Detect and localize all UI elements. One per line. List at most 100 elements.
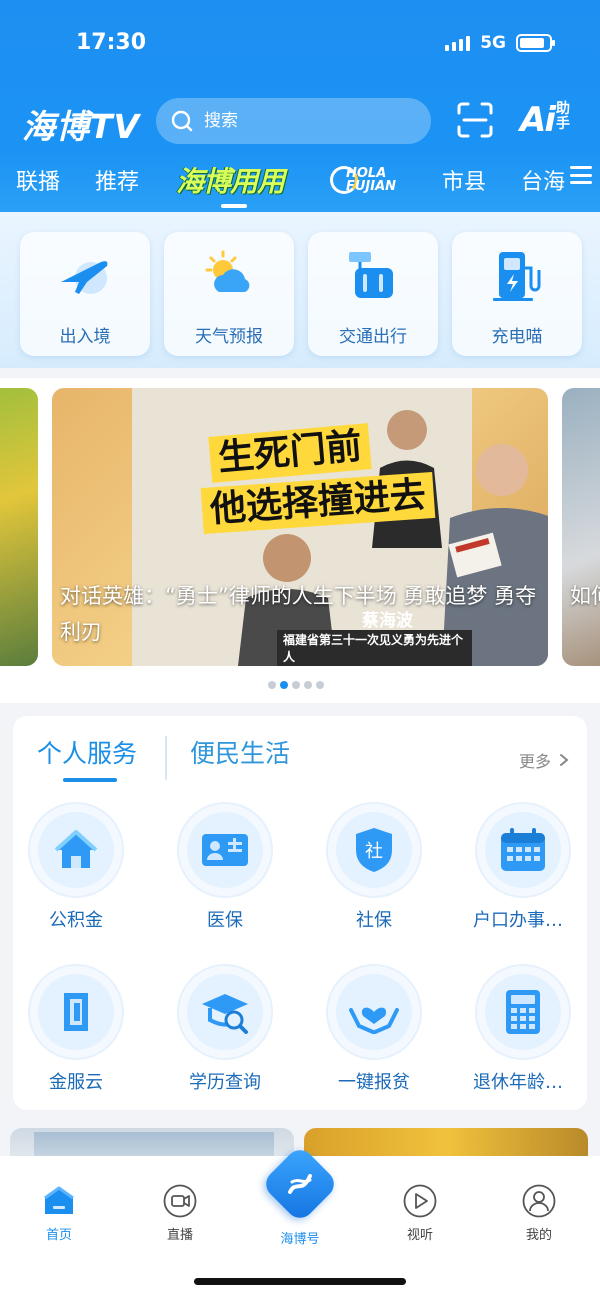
carousel-dots [268,681,324,689]
channel-tabs: 联播 推荐 海博用用 市县 台海 [0,160,600,200]
ai-sub-bottom: 手 [555,116,570,132]
house-icon [38,812,114,888]
service-label: 医保 [207,910,243,931]
service-label: 金服云 [49,1072,103,1093]
tab-shixian[interactable]: 市县 [442,164,486,196]
active-tab-underline [63,778,117,782]
ai-sub-top: 助 [555,101,570,117]
charging-station-icon [487,246,547,306]
banner-caption: 对话英雄：“勇士”律师的人生下半场 勇敢追梦 勇夺利刃 [60,584,537,644]
service-label: 公积金 [49,910,103,931]
service-retirement-age[interactable]: 退休年龄计算 [463,964,583,1094]
service-label: 社保 [356,910,392,931]
shield-icon: 社 [336,812,412,888]
weather-icon [199,246,259,306]
banner-slide-prev[interactable] [0,388,38,666]
quick-service-transport[interactable]: 交通出行 [308,232,438,356]
search-icon [171,110,193,132]
carousel-dot[interactable] [304,681,312,689]
service-housing-fund[interactable]: 公积金 [16,802,136,932]
battery-icon [516,34,555,52]
tab-convenience-life[interactable]: 便民生活 [190,734,290,770]
quick-service-charging[interactable]: 充电喵 [452,232,582,356]
service-household-registration[interactable]: 户口办事指南 [463,802,583,932]
play-icon [403,1184,437,1218]
menu-icon[interactable] [570,166,592,184]
search-input[interactable] [204,111,404,131]
airplane-icon [55,246,115,306]
luggage-icon [343,246,403,306]
tab-lianbo[interactable]: 联播 [16,164,60,196]
carousel-dot[interactable] [268,681,276,689]
tab-personal-services[interactable]: 个人服务 [37,734,137,770]
quick-services: 出入境 天气预报 交通出行 充电喵 [0,212,600,368]
tab-me[interactable]: 我的 [499,1184,579,1243]
service-label: 户口办事指南 [473,910,573,931]
banner-slide-next[interactable]: 如何痛后 [562,388,600,666]
chevron-right-icon [560,754,569,766]
shield-char: 社 [365,841,383,862]
quick-service-label: 天气预报 [195,327,263,347]
calendar-icon [485,812,561,888]
service-medical-insurance[interactable]: 医保 [165,802,285,932]
service-card: 个人服务 便民生活 更多 公积金 医保 社 社保 户口办事指南 金服云 学历查询… [13,716,587,1110]
service-jinfuyun[interactable]: 金服云 [16,964,136,1094]
scan-icon[interactable] [455,100,495,140]
hola-line2: FUJIAN [346,179,397,194]
tab-divider [165,736,167,780]
calculator-icon [485,974,561,1050]
carousel-dot[interactable] [316,681,324,689]
video-camera-icon [163,1184,197,1218]
carousel-dot-active[interactable] [280,681,288,689]
ai-label: Ai [520,100,556,140]
wave-icon [288,1174,312,1194]
quick-service-weather[interactable]: 天气预报 [164,232,294,356]
tab-hola-fujian[interactable]: HOLA FUJIAN [330,163,410,197]
banner-carousel[interactable]: 生死门前 他选择撞进去 蔡海波 福建省第三十一次见义勇为先进个人 对话英雄：“勇… [0,378,600,703]
cloud-finance-icon [38,974,114,1050]
top-header: 17:30 5G 海博TV Ai 助 手 联播 推荐 海博用用 市县 台海 [0,0,600,212]
service-label: 退休年龄计算 [473,1072,573,1093]
banner-slide-active[interactable]: 生死门前 他选择撞进去 蔡海波 福建省第三十一次见义勇为先进个人 对话英雄：“勇… [52,388,548,666]
network-type: 5G [480,33,506,53]
tab-label: 首页 [45,1228,72,1243]
status-time: 17:30 [76,30,147,55]
tab-label: 我的 [525,1228,552,1243]
service-education-query[interactable]: 学历查询 [165,964,285,1094]
service-poverty-report[interactable]: 一键报贫 [314,964,434,1094]
carousel-dot[interactable] [292,681,300,689]
tab-live[interactable]: 直播 [140,1184,220,1243]
banner-headline-1: 生死门前 [208,423,372,483]
id-card-icon [187,812,263,888]
status-icons: 5G [445,33,555,53]
service-social-security[interactable]: 社 社保 [314,802,434,932]
quick-service-exit-entry[interactable]: 出入境 [20,232,150,356]
home-icon [42,1184,76,1218]
service-label: 学历查询 [189,1072,261,1093]
quick-service-label: 充电喵 [491,327,543,347]
active-tab-indicator [221,204,247,208]
quick-service-label: 交通出行 [339,327,407,347]
ai-assistant-button[interactable]: Ai 助 手 [520,100,570,140]
more-button[interactable]: 更多 [519,748,569,772]
search-bar[interactable] [156,98,431,144]
heart-hands-icon [336,974,412,1050]
service-label: 一键报贫 [338,1072,410,1093]
tab-label: 直播 [166,1228,193,1243]
tab-haibohao[interactable] [260,1144,340,1224]
tab-label: 视听 [406,1228,433,1243]
tab-haiboyongyong[interactable]: 海博用用 [176,160,285,200]
tab-label-haibohao: 海博号 [280,1232,320,1247]
graduation-cap-icon [187,974,263,1050]
app-logo[interactable]: 海博TV [22,100,140,148]
user-icon [522,1184,556,1218]
banner-next-caption: 如何痛后 [570,584,600,608]
quick-service-label: 出入境 [59,327,111,347]
tab-home[interactable]: 首页 [19,1184,99,1243]
more-label: 更多 [518,752,551,771]
signal-icon [445,35,471,51]
tab-audiovisual[interactable]: 视听 [380,1184,460,1243]
home-indicator [194,1278,406,1285]
tab-tuijian[interactable]: 推荐 [95,164,139,196]
tab-taihai[interactable]: 台海 [521,164,565,196]
